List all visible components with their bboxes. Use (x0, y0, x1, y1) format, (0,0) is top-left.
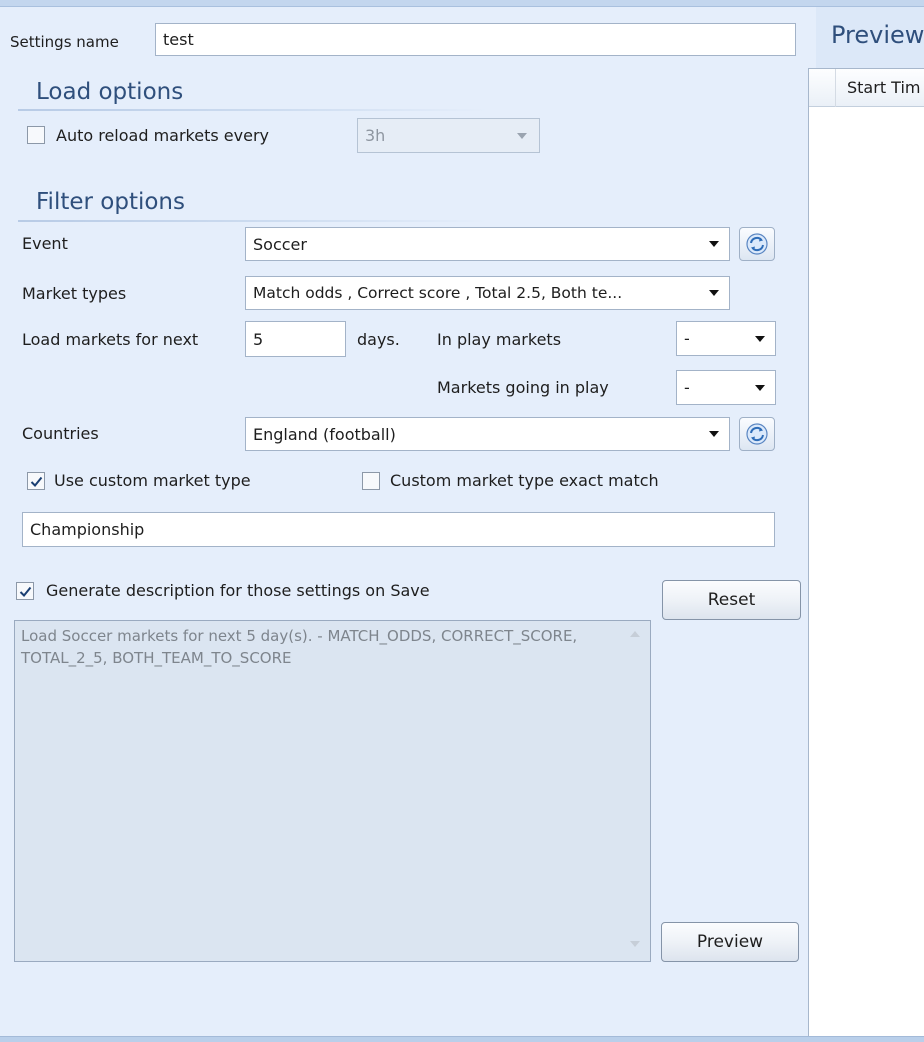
custom-exact-match-checkbox[interactable] (362, 472, 380, 490)
scroll-down-icon[interactable] (630, 941, 640, 947)
settings-name-input[interactable]: test (155, 23, 796, 56)
custom-market-type-checkbox[interactable] (27, 472, 45, 490)
generate-description-label: Generate description for those settings … (46, 581, 430, 600)
custom-market-type-input[interactable]: Championship (22, 512, 775, 547)
days-unit-label: days. (357, 330, 400, 349)
refresh-icon (746, 423, 768, 445)
chevron-down-icon (709, 241, 719, 247)
market-types-value: Match odds , Correct score , Total 2.5, … (253, 284, 623, 302)
load-next-label: Load markets for next (22, 330, 199, 349)
custom-market-type-value: Championship (30, 520, 145, 539)
preview-panel-title: Preview (831, 21, 924, 49)
checkmark-icon (30, 476, 42, 487)
in-play-label: In play markets (437, 330, 562, 349)
in-play-value: - (684, 329, 690, 348)
auto-reload-interval-select[interactable]: 3h (357, 118, 540, 153)
column-header-start-time[interactable]: Start Tim (847, 78, 920, 97)
settings-name-label: Settings name (10, 33, 119, 51)
filter-options-divider (18, 220, 488, 222)
chevron-down-icon (755, 335, 765, 342)
in-play-select[interactable]: - (676, 321, 776, 356)
top-strip (0, 0, 924, 7)
scroll-up-icon[interactable] (630, 631, 640, 637)
going-in-play-value: - (684, 378, 690, 397)
countries-label: Countries (22, 424, 99, 443)
reset-button[interactable]: Reset (662, 580, 801, 620)
filter-options-title: Filter options (36, 189, 185, 215)
description-scrollbar[interactable] (620, 621, 650, 961)
preview-grid-header: Start Tim (809, 69, 924, 107)
event-refresh-button[interactable] (739, 227, 775, 261)
auto-reload-label: Auto reload markets every (56, 126, 269, 145)
settings-name-value: test (163, 30, 194, 49)
auto-reload-interval-value: 3h (365, 126, 386, 145)
event-select[interactable]: Soccer (245, 227, 730, 261)
preview-button[interactable]: Preview (661, 922, 799, 962)
load-next-days-input[interactable]: 5 (245, 321, 346, 357)
load-options-divider (18, 109, 488, 111)
chevron-down-icon (755, 384, 765, 391)
countries-refresh-button[interactable] (739, 417, 775, 451)
auto-reload-checkbox[interactable] (27, 126, 45, 144)
going-in-play-label: Markets going in play (437, 378, 609, 397)
market-types-label: Market types (22, 284, 127, 303)
checkmark-icon (19, 586, 31, 597)
preview-grid[interactable]: Start Tim (808, 68, 924, 1036)
market-types-select[interactable]: Match odds , Correct score , Total 2.5, … (245, 276, 730, 310)
description-textarea[interactable]: Load Soccer markets for next 5 day(s). -… (14, 620, 651, 962)
row-selector-header (809, 69, 836, 107)
chevron-down-icon (709, 290, 719, 296)
chevron-down-icon (709, 431, 719, 437)
description-text: Load Soccer markets for next 5 day(s). -… (21, 627, 578, 667)
load-next-days-value: 5 (253, 329, 264, 349)
countries-value: England (football) (253, 424, 396, 444)
countries-select[interactable]: England (football) (245, 417, 730, 451)
event-label: Event (22, 234, 68, 253)
bottom-strip (0, 1036, 924, 1042)
custom-market-type-label: Use custom market type (54, 471, 251, 490)
load-options-title: Load options (36, 79, 184, 105)
going-in-play-select[interactable]: - (676, 370, 776, 405)
generate-description-checkbox[interactable] (16, 582, 34, 600)
event-value: Soccer (253, 234, 307, 254)
custom-exact-match-label: Custom market type exact match (390, 471, 659, 490)
chevron-down-icon (517, 132, 527, 139)
refresh-icon (746, 233, 768, 255)
